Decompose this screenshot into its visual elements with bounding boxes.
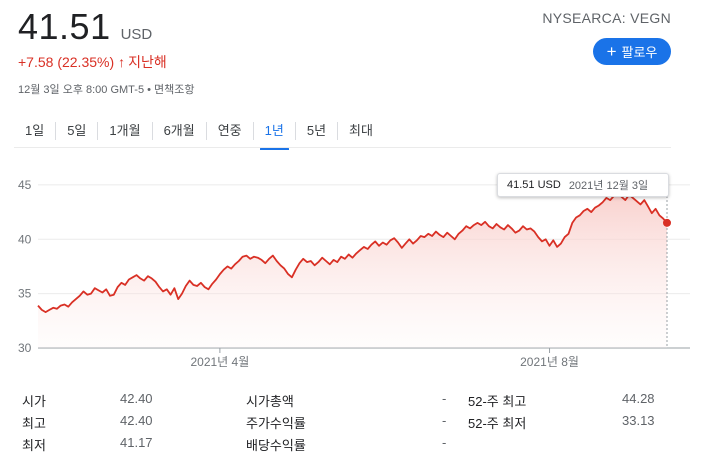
tab-range-6[interactable]: 5년 xyxy=(296,116,337,146)
tab-range-7[interactable]: 최대 xyxy=(338,116,384,146)
stats-row: 최저 41.17 배당수익률 - xyxy=(22,435,682,457)
price-change: +7.58 (22.35%) ↑ 지난해 xyxy=(18,52,167,72)
stat-value: - xyxy=(442,435,447,450)
y-tick-label: 45 xyxy=(18,178,32,192)
stat-value: 41.17 xyxy=(120,435,153,450)
range-tabs: 1일 5일 1개월 6개월 연중 1년 5년 최대 xyxy=(14,116,384,150)
plus-icon: + xyxy=(606,42,617,61)
price-header: 41.51 USD xyxy=(18,6,152,48)
ticker-symbol: NYSEARCA: VEGN xyxy=(542,10,671,26)
tab-range-2[interactable]: 1개월 xyxy=(98,116,151,146)
y-tick-label: 35 xyxy=(18,287,32,301)
stat-label: 시가 xyxy=(22,394,46,409)
x-axis-labels: 2021년 4월2021년 8월2021년 12월 xyxy=(190,348,579,369)
stat-value: 44.28 xyxy=(622,391,655,406)
price-chart[interactable]: 30354045 2021년 4월2021년 8월2021년 12월 xyxy=(0,168,713,374)
timestamp-disclaimer[interactable]: 12월 3일 오후 8:00 GMT-5 • 면책조항 xyxy=(18,81,195,97)
current-price: 41.51 xyxy=(18,6,111,47)
tab-range-4[interactable]: 연중 xyxy=(207,116,253,146)
y-axis-labels: 30 35 40 45 xyxy=(18,178,32,355)
stats-row: 시가 42.40 시가총액 - 52-주 최고 44.28 xyxy=(22,391,682,413)
change-period: 지난해 xyxy=(128,54,167,70)
tab-range-3[interactable]: 6개월 xyxy=(153,116,206,146)
y-tick-label: 30 xyxy=(18,341,32,355)
x-tick-label: 2021년 8월 xyxy=(520,355,579,369)
stat-value: - xyxy=(442,413,447,428)
current-point-marker xyxy=(663,218,671,227)
follow-button[interactable]: + 팔로우 xyxy=(593,38,671,65)
chart-tooltip: 41.51 USD 2021년 12월 3일 xyxy=(497,173,669,197)
stat-label: 최저 xyxy=(22,438,46,453)
tab-range-5[interactable]: 1년 xyxy=(254,116,295,150)
tab-range-1[interactable]: 5일 xyxy=(56,116,97,146)
stat-label: 배당수익률 xyxy=(246,438,306,453)
stat-value: - xyxy=(442,391,447,406)
stats-row: 최고 42.40 주가수익률 - 52-주 최저 33.13 xyxy=(22,413,682,435)
stat-label: 주가수익률 xyxy=(246,416,306,431)
tooltip-price: 41.51 USD xyxy=(507,179,561,191)
chart-area-fill xyxy=(38,192,667,348)
stat-value: 42.40 xyxy=(120,391,153,406)
stat-label: 52-주 최고 xyxy=(468,394,527,409)
tabs-divider xyxy=(14,147,671,148)
stat-label: 52-주 최저 xyxy=(468,416,527,431)
stat-label: 최고 xyxy=(22,416,46,431)
tab-range-0[interactable]: 1일 xyxy=(14,116,55,146)
tooltip-date: 2021년 12월 3일 xyxy=(568,180,649,192)
change-value: +7.58 (22.35%) xyxy=(18,54,115,70)
currency-label: USD xyxy=(120,26,153,43)
follow-button-label: 팔로우 xyxy=(621,45,658,60)
x-tick-label: 2021년 4월 xyxy=(190,355,249,369)
arrow-up-icon: ↑ xyxy=(118,54,126,70)
stat-label: 시가총액 xyxy=(246,394,294,409)
stat-value: 33.13 xyxy=(622,413,655,428)
stat-value: 42.40 xyxy=(120,413,153,428)
y-tick-label: 40 xyxy=(18,232,32,246)
